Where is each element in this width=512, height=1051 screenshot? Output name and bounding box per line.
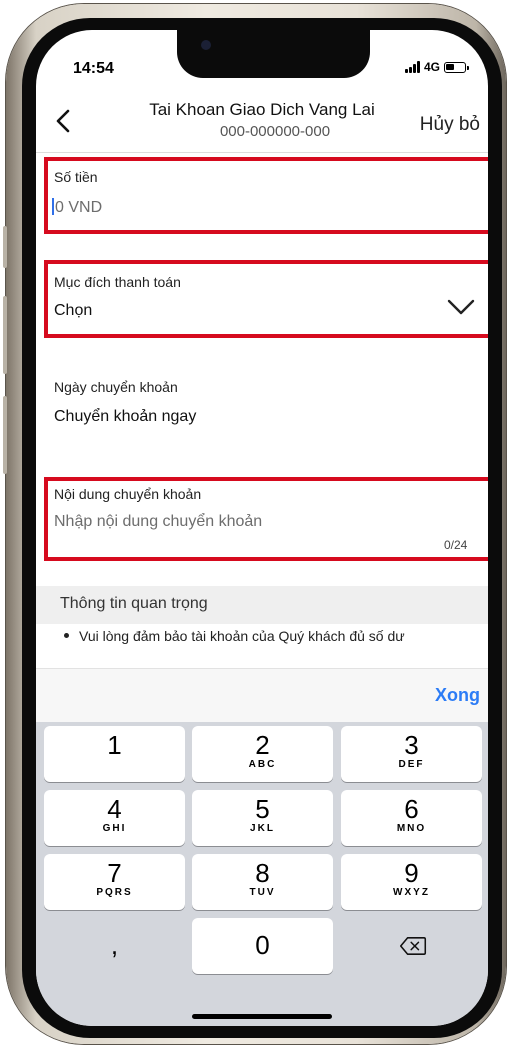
key-6[interactable]: 6 MNO [341,790,482,846]
key-digit: 8 [255,858,270,888]
key-5[interactable]: 5 JKL [192,790,333,846]
key-digit: 2 [255,730,270,760]
key-digit: 3 [404,730,419,760]
key-letters: JKL [250,823,275,834]
key-digit: 5 [255,794,270,824]
done-button[interactable]: Xong [435,685,480,706]
amount-input[interactable]: 0 VND [52,198,102,217]
key-digit: 7 [107,858,122,888]
amount-label: Số tiền [54,169,98,185]
character-counter: 0/24 [444,538,468,552]
key-0[interactable]: 0 [192,918,333,974]
key-letters: DEF [398,759,425,770]
nav-header: Tai Khoan Giao Dich Vang Lai 000-000000-… [36,92,488,153]
key-2[interactable]: 2 ABC [192,726,333,782]
purpose-label: Mục đích thanh toán [54,274,181,290]
bullet-icon [64,633,69,638]
comma-key[interactable]: , [44,930,185,961]
key-8[interactable]: 8 TUV [192,854,333,910]
important-info-title: Thông tin quan trọng [60,595,208,612]
network-type: 4G [423,60,440,74]
date-value[interactable]: Chuyển khoản ngay [54,408,196,426]
chevron-down-icon[interactable] [446,298,476,316]
key-digit: 0 [255,930,270,960]
key-4[interactable]: 4 GHI [44,790,185,846]
key-letters: MNO [396,823,427,834]
key-letters: TUV [249,887,276,898]
purpose-select[interactable]: Chọn [54,302,92,320]
status-time: 14:54 [73,60,114,77]
content-label: Nội dung chuyển khoản [54,486,202,502]
volume-down-button [3,396,7,474]
important-info-header: Thông tin quan trọng [36,586,488,624]
key-digit: 9 [404,858,419,888]
info-item-text: Vui lòng đảm bảo tài khoản của Quý khách… [79,628,405,644]
notch [177,30,370,78]
key-3[interactable]: 3 DEF [341,726,482,782]
signal-icon [404,61,420,73]
key-digit: 1 [107,730,122,760]
key-letters: ABC [248,759,277,770]
home-indicator [192,1014,332,1019]
phone-screen: 14:54 4G Tai Khoan Giao Dich Vang Lai 00… [36,30,488,1026]
camera-icon [201,40,211,50]
amount-highlight-box [44,157,488,234]
status-indicators: 4G [404,60,469,74]
key-letters: GHI [102,823,127,834]
purpose-highlight-box [44,260,488,338]
key-digit: 6 [404,794,419,824]
content-input[interactable]: Nhập nội dung chuyển khoản [54,513,262,531]
key-letters: PQRS [96,887,133,898]
key-9[interactable]: 9 WXYZ [341,854,482,910]
key-7[interactable]: 7 PQRS [44,854,185,910]
cancel-button[interactable]: Hủy bỏ [420,114,480,136]
key-1[interactable]: 1 [44,726,185,782]
key-letters: WXYZ [393,887,430,898]
numeric-keypad: 1 2 ABC 3 DEF 4 GHI 5 JKL 6 MNO 7 PQRS 8 TUV 9W… [36,722,488,1026]
key-digit: 4 [107,794,122,824]
keyboard-toolbar: Xong [36,668,488,723]
volume-up-button [3,296,7,374]
amount-placeholder: 0 VND [55,199,103,216]
backspace-icon[interactable] [399,936,427,956]
info-list-item: Vui lòng đảm bảo tài khoản của Quý khách… [64,628,405,644]
text-cursor [52,198,54,215]
date-label: Ngày chuyển khoản [54,379,178,395]
action-button [3,226,7,268]
battery-icon [444,61,469,73]
